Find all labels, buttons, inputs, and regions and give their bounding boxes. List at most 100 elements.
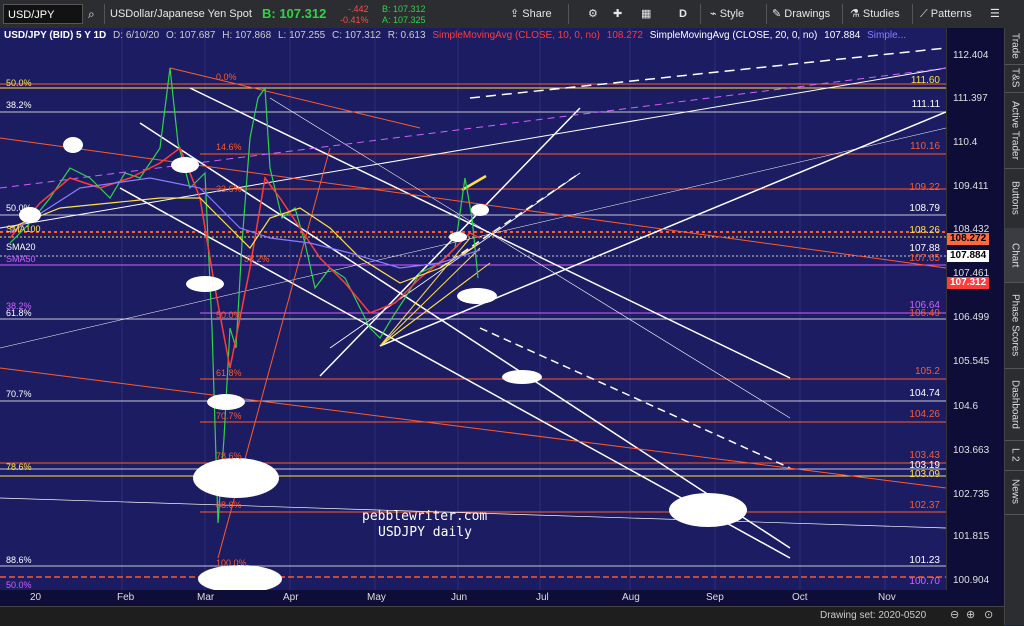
sma10-study-label[interactable]: SimpleMovingAvg (CLOSE, 10, 0, no): [432, 30, 600, 41]
info-range: R: 0.613: [387, 30, 426, 41]
search-icon[interactable]: ⌕: [88, 0, 95, 28]
tab-chart[interactable]: Chart: [1005, 228, 1024, 283]
patterns-label: Patterns: [930, 8, 972, 20]
price-chart[interactable]: USD/JPY (BID) 5 Y 1D D: 6/10/20 O: 107.6…: [0, 28, 946, 606]
fib-label-382-top: 38.2%: [6, 100, 32, 110]
chart-info-bar: USD/JPY (BID) 5 Y 1D D: 6/10/20 O: 107.6…: [4, 30, 910, 44]
info-high: H: 107.868: [222, 30, 272, 41]
settings-button[interactable]: ⚙: [588, 3, 598, 25]
flask-icon: ⚗: [850, 8, 863, 20]
symbol-input[interactable]: USD/JPY: [3, 4, 83, 24]
tab-active-trader[interactable]: Active Trader: [1005, 92, 1024, 169]
time-tick: Nov: [878, 592, 896, 603]
yellow-fan: [379, 174, 491, 347]
fib-label-707: 70.7%: [6, 389, 32, 399]
fib-label-886: 88.6%: [6, 555, 32, 565]
top-toolbar: USD/JPY ⌕ USDollar/Japanese Yen Spot B: …: [0, 0, 1024, 29]
add-button[interactable]: ✚: [613, 3, 622, 25]
menu-button[interactable]: ☰: [990, 3, 1000, 25]
crosshair-icon[interactable]: ⊙: [984, 608, 993, 621]
fib-label-50-mid: 50.0%: [6, 203, 32, 213]
price-label: 110.16: [910, 141, 940, 152]
share-icon: ⇪: [510, 8, 523, 20]
price-tick: 100.904: [953, 575, 990, 586]
mid-fib-146: 14.6%: [216, 142, 242, 152]
info-open: O: 107.687: [165, 30, 216, 41]
price-tick: 111.397: [953, 93, 988, 104]
time-tick: 20: [30, 592, 42, 603]
price-tick: 103.663: [953, 445, 990, 456]
zoom-out-icon[interactable]: ⊖: [950, 608, 959, 621]
settings-icon: ⚙: [588, 8, 598, 20]
time-tick: Mar: [197, 592, 215, 603]
tab-buttons[interactable]: Buttons: [1005, 168, 1024, 229]
time-tick: May: [367, 592, 386, 603]
time-tick: Oct: [792, 592, 808, 603]
price-label: 107.65: [909, 253, 940, 264]
price-tick: 106.499: [953, 312, 990, 323]
pencil-icon: ✎: [772, 8, 785, 20]
drawing-set-label[interactable]: Drawing set: 2020-0520: [820, 610, 926, 621]
menu-icon: ☰: [990, 8, 1000, 20]
divider: [766, 4, 767, 24]
fib-label-786: 78.6%: [6, 462, 32, 472]
patterns-icon: ⟋: [920, 8, 931, 20]
mid-fib-707: 70.7%: [216, 411, 242, 421]
mid-fib-0: 0.0%: [216, 72, 237, 82]
sma100-label: SMA100: [6, 224, 41, 234]
price-tick: 101.815: [953, 531, 990, 542]
time-tick: Jun: [451, 592, 468, 603]
plus-icon: ✚: [613, 8, 623, 20]
tab-dashboard[interactable]: Dashboard: [1005, 368, 1024, 441]
right-tab-bar: Trade T&S Active Trader Buttons Chart Ph…: [1004, 28, 1024, 625]
tab-phase-scores[interactable]: Phase Scores: [1005, 282, 1024, 369]
grid-icon: ▦: [641, 8, 652, 20]
style-label: Style: [719, 8, 745, 20]
tab-news[interactable]: News: [1005, 470, 1024, 515]
sma20-study-label[interactable]: SimpleMovingAvg (CLOSE, 20, 0, no): [650, 30, 818, 41]
divider: [842, 4, 843, 24]
symbol-description: USDollar/Japanese Yen Spot: [110, 8, 252, 20]
tab-trade[interactable]: Trade: [1005, 28, 1024, 65]
drawings-button[interactable]: ✎ Drawings: [772, 3, 830, 25]
price-label: 102.37: [909, 500, 940, 511]
share-button[interactable]: ⇪ Share: [510, 3, 552, 25]
info-low: L: 107.255: [277, 30, 326, 41]
studies-label: Studies: [862, 8, 900, 20]
time-tick: Jul: [536, 592, 549, 603]
time-tick: Feb: [117, 592, 135, 603]
time-axis[interactable]: 20 Feb Mar Apr May Jun Jul Aug Sep Oct N…: [0, 590, 1004, 606]
divider: [104, 4, 105, 24]
price-label: 104.74: [909, 388, 940, 399]
price-label: 108.79: [909, 203, 940, 214]
price-tick: 104.6: [953, 401, 979, 412]
layout-button[interactable]: ▦: [641, 3, 651, 25]
mid-fib-886: 88.6%: [216, 500, 242, 510]
mid-fib-50: 50.0%: [216, 310, 242, 320]
price-tick: 110.4: [953, 137, 978, 148]
chart-title: USD/JPY (BID) 5 Y 1D: [4, 30, 107, 41]
price-tick: 102.735: [953, 489, 990, 500]
tab-level2[interactable]: L 2: [1005, 440, 1024, 471]
price-label: 111.11: [911, 99, 940, 110]
sma10-price-tag: 108.272: [947, 233, 990, 245]
mid-fib-236: 23.6%: [216, 184, 242, 194]
style-button[interactable]: ⌁ Style: [710, 3, 744, 25]
divider: [700, 4, 701, 24]
price-label: 111.60: [910, 75, 940, 86]
time-tick: Sep: [706, 592, 724, 603]
info-date: D: 6/10/20: [113, 30, 160, 41]
price-tick: 112.404: [953, 50, 989, 61]
zoom-in-icon[interactable]: ⊕: [966, 608, 975, 621]
price-label: 108.26: [909, 225, 940, 236]
patterns-button[interactable]: ⟋ Patterns: [920, 3, 972, 25]
mid-fib-100: 100.0%: [216, 558, 247, 568]
more-studies[interactable]: Simple...: [867, 30, 906, 41]
price-axis[interactable]: 112.404 111.397 110.4 109.411 108.432 10…: [946, 28, 1005, 606]
studies-button[interactable]: ⚗ Studies: [850, 3, 900, 25]
tab-time-and-sales[interactable]: T&S: [1005, 64, 1024, 93]
watermark-line1: pebblewriter.com: [362, 509, 488, 524]
timeframe-button[interactable]: D: [679, 3, 687, 25]
divider: [912, 4, 913, 24]
price-label: 105.2: [914, 366, 940, 377]
